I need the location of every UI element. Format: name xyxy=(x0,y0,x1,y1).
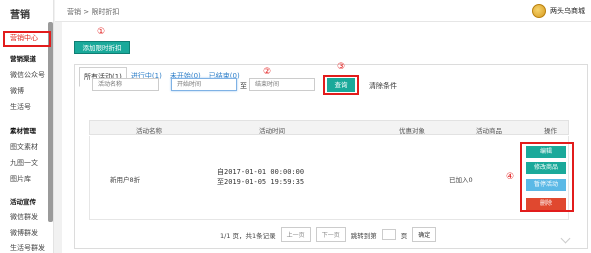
breadcrumb: 营销 > 限时折扣 xyxy=(67,8,120,16)
clear-filters-link[interactable]: 清除条件 xyxy=(369,81,397,91)
sidebar-group-promotion: 活动宣传 xyxy=(10,198,36,206)
sidebar-scrollbar[interactable] xyxy=(48,22,53,222)
annotation-marker-4: ④ xyxy=(506,172,515,182)
sidebar-item-weibo-mass[interactable]: 微博群发 xyxy=(10,228,38,238)
prev-page-button[interactable]: 上一页 xyxy=(280,227,311,242)
activity-end-time: 至2019-01-05 19:59:35 xyxy=(217,178,305,186)
add-flash-sale-button[interactable]: 添加限时折扣 xyxy=(74,41,130,54)
end-time-input[interactable] xyxy=(249,78,315,91)
delete-button[interactable]: 删除 xyxy=(526,198,566,210)
jump-label: 跳转到第 xyxy=(350,231,377,240)
activity-name-input[interactable] xyxy=(92,78,159,91)
page-unit-label: 页 xyxy=(400,231,408,240)
sidebar-group-materials: 素材管理 xyxy=(10,127,36,135)
next-page-button[interactable]: 下一页 xyxy=(315,227,346,242)
column-header-name: 活动名称 xyxy=(136,127,162,135)
to-label: 至 xyxy=(240,82,247,90)
annotation-marker-1: ① xyxy=(97,27,106,37)
column-header-goods: 活动商品 xyxy=(476,127,502,135)
shop-name[interactable]: 两头乌商城 xyxy=(550,6,585,16)
edit-button[interactable]: 编辑 xyxy=(526,146,566,158)
sidebar-item-article-material[interactable]: 图文素材 xyxy=(10,142,38,152)
start-time-input[interactable] xyxy=(171,78,237,91)
activity-start-time: 自2017-01-01 00:00:00 xyxy=(217,168,305,176)
sidebar-item-wechat[interactable]: 微信公众号 xyxy=(10,70,45,80)
pagination: 1/1 页，共1条记录 上一页 下一页 跳转到第 页 确定 xyxy=(220,227,437,242)
sidebar-item-wechat-mass[interactable]: 微信群发 xyxy=(10,212,38,222)
column-header-actions: 操作 xyxy=(544,127,557,135)
sidebar-item-weibo[interactable]: 微博 xyxy=(10,86,24,96)
avatar[interactable] xyxy=(532,4,546,18)
modify-goods-button[interactable]: 修改商品 xyxy=(526,162,566,174)
annotation-marker-3: ③ xyxy=(337,62,346,72)
sidebar-item-image-library[interactable]: 图片库 xyxy=(10,174,31,184)
column-header-time: 活动时间 xyxy=(259,127,285,135)
table-row: 新用户8折 自2017-01-01 00:00:00 至2019-01-05 1… xyxy=(89,136,569,220)
highlight-box-marketing-center xyxy=(3,31,51,47)
query-button[interactable]: 查询 xyxy=(327,78,355,92)
sidebar-item-life-mass[interactable]: 生活号群发 xyxy=(10,243,45,253)
column-header-target: 优惠对象 xyxy=(399,127,425,135)
sidebar-group-channels: 营销渠道 xyxy=(10,55,36,63)
confirm-jump-button[interactable]: 确定 xyxy=(412,227,437,242)
annotation-marker-2: ② xyxy=(263,67,272,77)
pagination-info: 1/1 页，共1条记录 xyxy=(220,231,276,240)
sidebar-item-life[interactable]: 生活号 xyxy=(10,102,31,112)
activity-name-cell: 新用户8折 xyxy=(110,176,141,184)
table-header: 活动名称 活动时间 优惠对象 活动商品 操作 xyxy=(89,120,569,135)
main-content: ① 添加限时折扣 所有活动(1) 进行中(1) 未开始(0) 已结束(0) ② … xyxy=(62,22,591,253)
top-bar: 营销 > 限时折扣 两头乌商城 xyxy=(55,0,591,22)
activity-goods-cell: 已加入0 xyxy=(449,176,473,184)
user-menu[interactable]: 两头乌商城 xyxy=(532,4,585,18)
sidebar-item-nine-grid[interactable]: 九图一文 xyxy=(10,158,38,168)
sidebar-title: 营销 xyxy=(10,10,30,21)
page-number-input[interactable] xyxy=(381,229,396,240)
pause-activity-button[interactable]: 暂停活动 xyxy=(526,179,566,191)
app-window: 营销 营销中心 营销渠道 微信公众号 微博 生活号 素材管理 图文素材 九图一文… xyxy=(0,0,591,253)
